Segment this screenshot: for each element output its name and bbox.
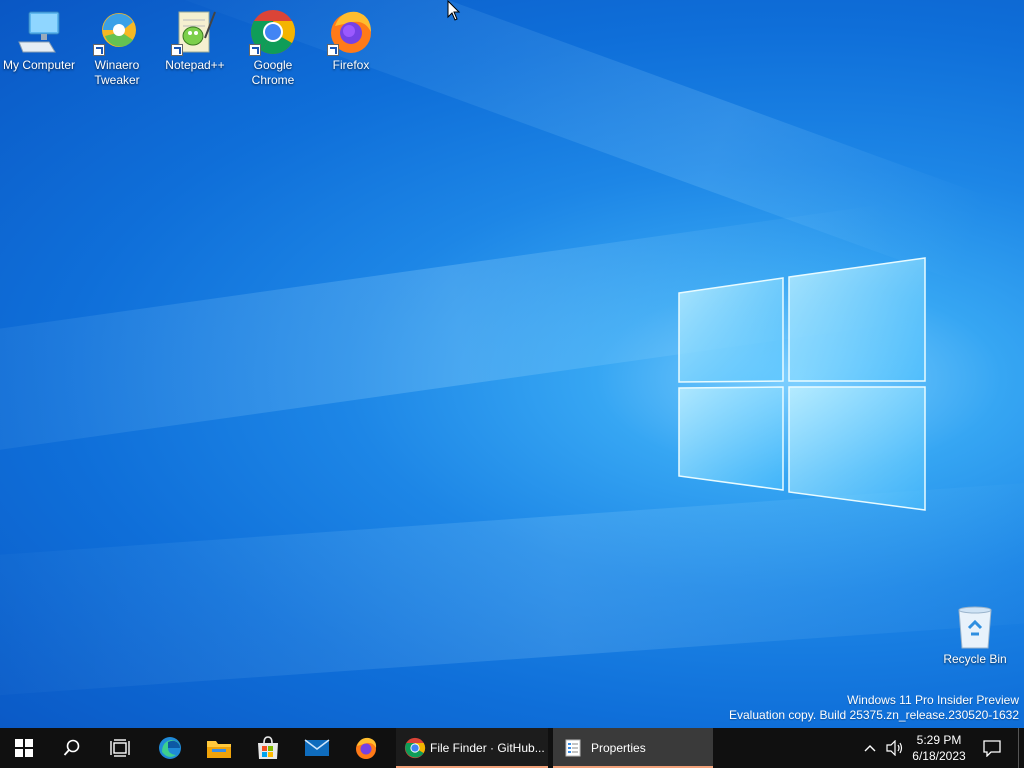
taskbar: File Finder · GitHub... Properties 5:29: [0, 728, 1024, 768]
taskbar-app-chrome-file-finder[interactable]: File Finder · GitHub...: [396, 728, 548, 768]
recycle-bin-icon: [951, 602, 999, 650]
desktop-icon-recycle-bin[interactable]: Recycle Bin: [936, 594, 1014, 667]
watermark-line-edition: Windows 11 Pro Insider Preview: [847, 693, 1019, 707]
desktop-icon-firefox[interactable]: Firefox: [312, 0, 390, 73]
clock-time: 5:29 PM: [916, 733, 962, 747]
notification-icon: [983, 740, 1001, 757]
taskbar-app-properties[interactable]: Properties: [553, 728, 713, 768]
desktop-icon-label: Recycle Bin: [943, 652, 1007, 666]
shortcut-arrow-icon: [249, 44, 261, 56]
mouse-pointer-icon: [447, 0, 461, 21]
taskbar-app-label: Properties: [591, 741, 646, 755]
winaero-tweaker-icon: [93, 8, 141, 56]
desktop-icon-google-chrome[interactable]: Google Chrome: [234, 0, 312, 88]
volume-button[interactable]: [882, 728, 908, 768]
computer-icon: [15, 8, 63, 56]
watermark-line-build: Evaluation copy. Build 25375.zn_release.…: [729, 708, 1019, 722]
shortcut-arrow-icon: [327, 44, 339, 56]
chrome-icon: [404, 737, 426, 759]
clock-date: 6/18/2023: [912, 749, 966, 763]
chrome-icon: [249, 8, 297, 56]
taskbar-pinned-file-explorer[interactable]: [195, 728, 243, 768]
action-center-button[interactable]: [976, 728, 1008, 768]
properties-icon: [565, 739, 581, 757]
windows-logo-wallpaper: [678, 257, 926, 511]
file-explorer-icon: [207, 741, 231, 758]
windows-start-icon: [15, 739, 33, 757]
microsoft-store-icon: [258, 736, 278, 759]
speaker-icon: [886, 740, 903, 756]
search-button[interactable]: [48, 728, 96, 768]
show-desktop-button[interactable]: [1018, 728, 1024, 768]
taskbar-pinned-edge[interactable]: [146, 728, 194, 768]
desktop-icon-winaero-tweaker[interactable]: Winaero Tweaker: [78, 0, 156, 88]
taskbar-app-label: File Finder · GitHub...: [430, 741, 545, 755]
desktop-icon-my-computer[interactable]: My Computer: [0, 0, 78, 73]
firefox-icon: [356, 737, 377, 759]
edge-icon: [159, 737, 181, 759]
chevron-up-icon: [864, 745, 876, 752]
clock-button[interactable]: 5:29 PM 6/18/2023: [908, 728, 970, 768]
desktop-icon-label: Google Chrome: [251, 58, 295, 87]
desktop-icon-label: Notepad++: [165, 58, 225, 72]
windows-watermark: Windows 11 Pro Insider Preview Evaluatio…: [729, 693, 1019, 723]
desktop-icon-label: My Computer: [2, 58, 76, 72]
notepadpp-icon: [171, 8, 219, 56]
clock: 5:29 PM 6/18/2023: [912, 732, 965, 764]
desktop-icon-notepadpp[interactable]: Notepad++: [156, 0, 234, 73]
desktop-icon-label: Winaero Tweaker: [94, 58, 140, 87]
taskbar-pinned-microsoft-store[interactable]: [244, 728, 292, 768]
desktop-icon-label: Firefox: [332, 58, 370, 72]
taskbar-pinned-firefox[interactable]: [342, 728, 390, 768]
search-icon: [63, 739, 80, 756]
start-button[interactable]: [0, 728, 48, 768]
shortcut-arrow-icon: [93, 44, 105, 56]
shortcut-arrow-icon: [171, 44, 183, 56]
taskbar-pinned-mail[interactable]: [293, 728, 341, 768]
show-hidden-icons-button[interactable]: [858, 728, 882, 768]
task-view-icon: [110, 739, 130, 757]
firefox-icon: [327, 8, 375, 56]
mail-icon: [304, 739, 330, 756]
task-view-button[interactable]: [96, 728, 144, 768]
desktop: My Computer Winaero Tweaker Notepad++ Go…: [0, 0, 1024, 728]
